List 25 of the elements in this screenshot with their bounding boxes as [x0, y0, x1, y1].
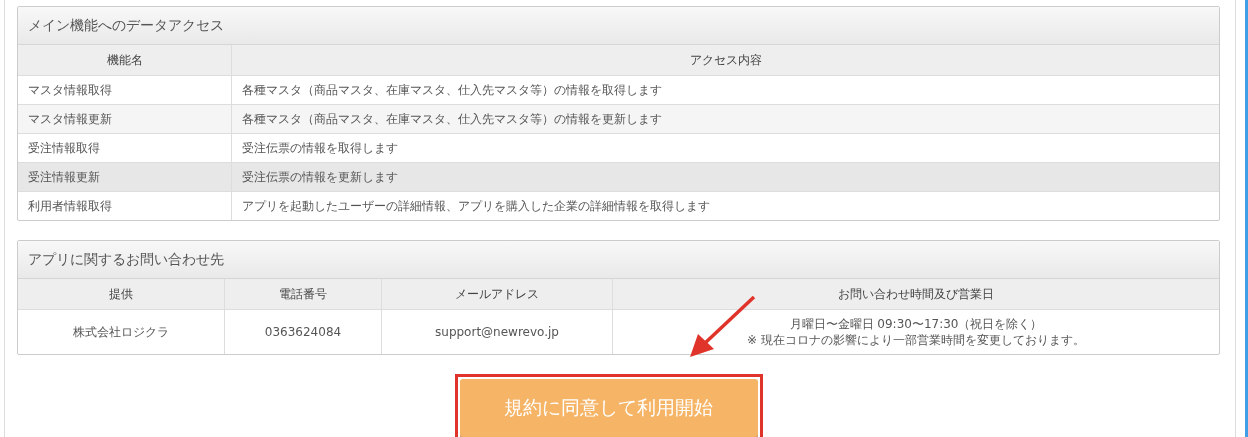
panel-title: メイン機能へのデータアクセス — [18, 7, 1219, 45]
table-cell: 利用者情報取得 — [18, 191, 232, 220]
table-cell-text: 株式会社ロジクラ — [72, 324, 170, 340]
table-cell: 受注情報取得 — [18, 133, 232, 163]
table-cell-text: 0363624084 — [263, 324, 343, 340]
panel-title: アプリに関するお問い合わせ先 — [18, 241, 1219, 279]
table-cell: 受注伝票の情報を取得します — [231, 133, 1219, 163]
table-cell: 各種マスタ（商品マスタ、在庫マスタ、仕入先マスタ等）の情報を取得します — [231, 75, 1219, 105]
table-cell-text: support@newrevo.jp — [434, 324, 560, 340]
table-cell: 各種マスタ（商品マスタ、在庫マスタ、仕入先マスタ等）の情報を更新します — [231, 104, 1219, 134]
table-cell-text: 月曜日〜金曜日 09:30〜17:30（祝日を除く） — [788, 316, 1044, 332]
column-header: メールアドレス — [381, 279, 613, 310]
table-cell: マスタ情報取得 — [18, 75, 232, 105]
column-header: 提供 — [18, 279, 225, 310]
column-header: 電話番号 — [224, 279, 382, 310]
table-cell: 受注情報更新 — [18, 162, 232, 192]
arrow-icon — [690, 296, 756, 358]
column-header: お問い合わせ時間及び営業日 — [612, 279, 1219, 310]
table-cell: マスタ情報更新 — [18, 104, 232, 134]
agree-button[interactable]: 規約に同意して利用開始 — [459, 379, 758, 437]
table-cell-text: ※ 現在コロナの影響により一部営業時間を変更しております。 — [746, 332, 1086, 348]
column-header: アクセス内容 — [231, 45, 1219, 76]
column-header: 機能名 — [18, 45, 232, 76]
table-cell: 受注伝票の情報を更新します — [231, 162, 1219, 192]
table-cell: アプリを起動したユーザーの詳細情報、アプリを購入した企業の詳細情報を取得します — [231, 191, 1219, 220]
